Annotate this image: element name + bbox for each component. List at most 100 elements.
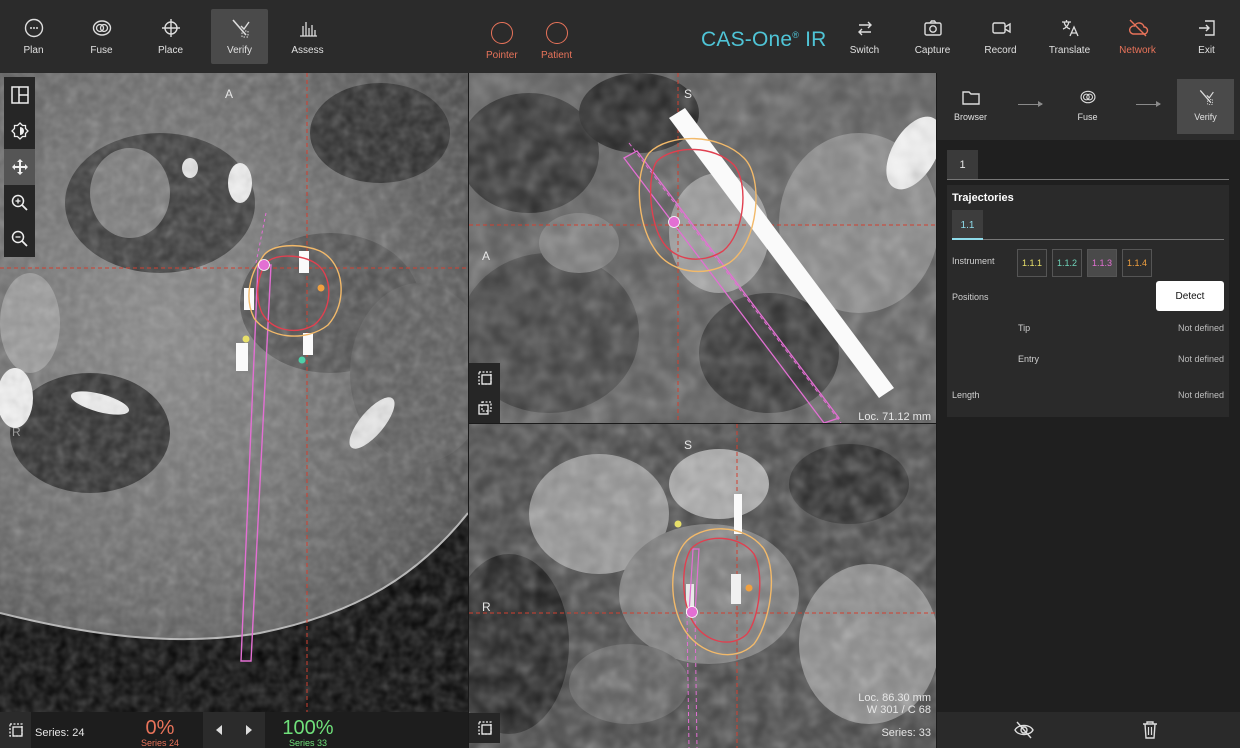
verify-label: Verify [226,45,252,56]
verify-icon [1199,90,1214,105]
fuse-label: Fuse [1077,112,1098,122]
orientation-label-left: R [482,600,491,614]
fuse-label: Fuse [90,45,113,56]
network-button[interactable]: Network [1109,9,1166,64]
subtab-indicator [952,238,983,240]
verify-button[interactable]: Verify [211,9,268,64]
camera-icon [923,20,942,36]
place-label: Place [157,45,183,56]
select-region-icon [477,371,492,385]
view-select-tool[interactable] [469,363,500,393]
detect-button[interactable]: Detect [1156,281,1224,311]
pointer-status[interactable]: Pointer [486,22,518,61]
tip-value: Not defined [1177,323,1224,333]
workflow-verify-button[interactable]: Verify [1177,79,1234,134]
translate-button[interactable]: Translate [1041,9,1098,64]
pan-tool[interactable] [4,149,35,185]
patient-status[interactable]: Patient [541,22,572,61]
place-button[interactable]: Place [142,9,199,64]
coronal-view-tools [469,713,500,743]
instrument-1-1-3[interactable]: 1.1.3 [1087,249,1117,277]
zoom-out-tool[interactable] [4,221,35,257]
arrow-right-icon [1136,101,1161,107]
exit-label: Exit [1198,45,1215,56]
fusion-slider[interactable] [203,712,265,748]
sagittal-ct-image [469,73,936,423]
instrument-1-1-4[interactable]: 1.1.4 [1122,249,1152,277]
trajectories-card: Trajectories 1.1 Instrument 1.1.1 1.1.2 … [947,185,1229,417]
coronal-view[interactable]: S R Loc. 86.30 mm W 301 / C 68 Series: 3… [469,424,936,748]
translate-label: Translate [1048,45,1091,56]
arrow-left-icon[interactable] [213,724,225,736]
patient-label: Patient [541,50,573,61]
orientation-label-top: S [684,87,693,101]
translate-icon [1061,20,1079,37]
select-region-icon [477,721,492,735]
arrow-right-icon[interactable] [243,724,255,736]
orientation-label-top: S [684,438,693,452]
slice-location: Loc. 71.12 mm [858,411,931,423]
select-tool[interactable] [0,712,31,748]
capture-button[interactable]: Capture [904,9,961,64]
length-label: Length [952,390,980,400]
plan-icon [24,18,43,38]
instrument-1-1-2[interactable]: 1.1.2 [1052,249,1082,277]
tip-label: Tip [1018,323,1031,333]
view-copy-tool[interactable] [469,393,500,423]
instrument-label: Instrument [952,256,995,266]
right-series-value: Series 33 [288,738,328,748]
panel-bottom-bar [937,712,1240,748]
entry-label: Entry [1018,354,1040,364]
patient-status-icon [545,22,568,44]
right-panel: Browser Fuse Verify 1 Trajectories 1.1 I… [937,73,1240,748]
fuse-button[interactable]: Fuse [73,9,130,64]
assess-icon [299,22,317,37]
positions-label: Positions [952,292,989,302]
left-series-value: Series 24 [140,738,180,748]
sagittal-view[interactable]: S A Loc. 71.12 mm [469,73,936,423]
folder-icon [961,91,980,105]
view-select-tool[interactable] [469,713,500,743]
view-tools [4,77,35,257]
axial-view[interactable]: A R [0,73,468,712]
orientation-label-top: A [225,87,234,101]
workflow-browser-button[interactable]: Browser [942,79,999,134]
network-label: Network [1119,45,1156,56]
location-text: Loc. 86.30 mm [858,692,931,704]
zoom-out-icon [11,230,28,247]
tab-1[interactable]: 1 [947,150,978,180]
layout-tool[interactable] [4,77,35,113]
trajectories-title: Trajectories [952,192,1014,204]
length-value: Not defined [1177,390,1224,400]
series-label: Series: 33 [881,727,931,739]
tab-1-1[interactable]: 1.1 [952,210,983,240]
record-button[interactable]: Record [972,9,1029,64]
contrast-tool[interactable] [4,113,35,149]
eye-off-icon[interactable] [1014,721,1034,739]
place-icon [161,19,180,37]
cloud-off-icon [1128,19,1148,37]
video-icon [991,22,1011,34]
assess-button[interactable]: Assess [279,9,336,64]
exit-button[interactable]: Exit [1178,9,1235,64]
layout-icon [10,86,29,104]
top-toolbar: Plan Fuse Place Verify Assess Pointer Pa… [0,0,1240,73]
zoom-in-tool[interactable] [4,185,35,221]
arrow-right-icon [1018,101,1043,107]
tab-divider [947,179,1229,180]
right-fusion-percent: 100% Series 33 [276,718,340,748]
pointer-status-icon [490,22,513,44]
sagittal-view-tools [469,363,500,423]
switch-label: Switch [849,45,880,56]
series-label: Series: 24 [35,727,85,739]
trash-icon[interactable] [1142,720,1158,740]
workflow-fuse-button[interactable]: Fuse [1059,79,1116,134]
record-label: Record [984,45,1017,56]
fuse-icon [1079,90,1096,104]
entry-value: Not defined [1177,354,1224,364]
axial-bottom-bar: Series: 24 0% Series 24 100% Series 33 [0,712,468,748]
instrument-1-1-1[interactable]: 1.1.1 [1017,249,1047,277]
plan-button[interactable]: Plan [5,9,62,64]
brightness-icon [10,122,29,140]
switch-button[interactable]: Switch [836,9,893,64]
